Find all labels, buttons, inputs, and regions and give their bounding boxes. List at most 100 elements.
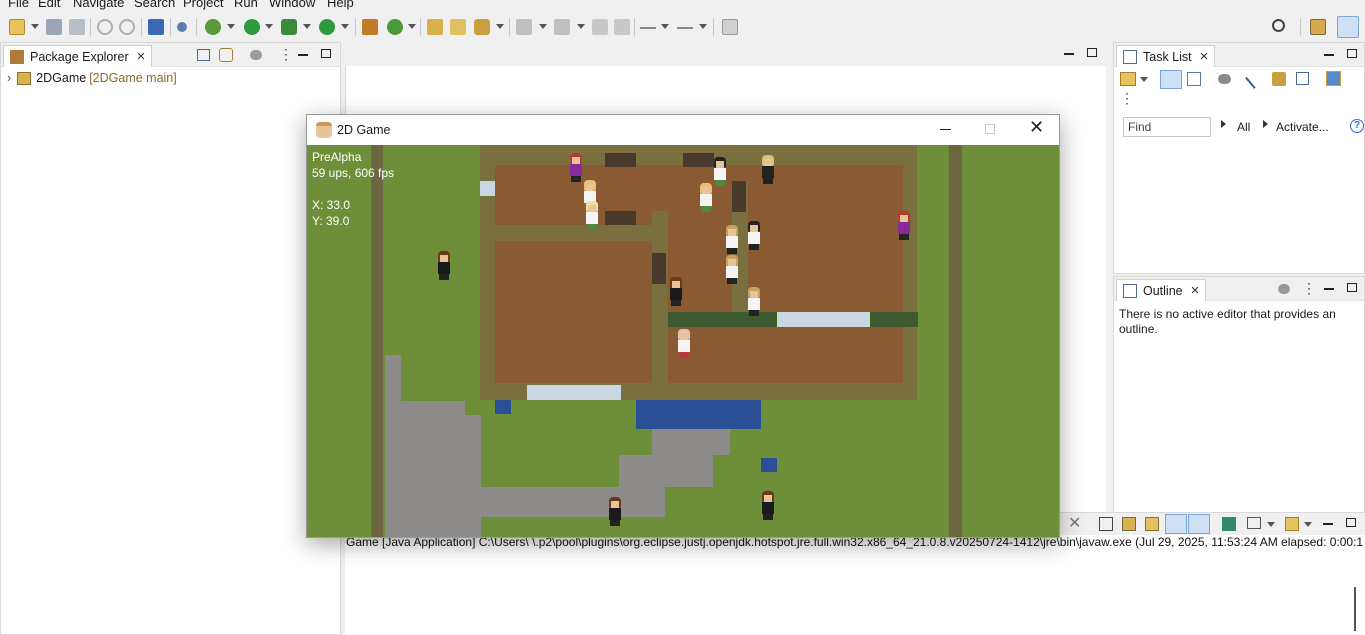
back-icon[interactable] — [640, 27, 656, 29]
coverage-icon[interactable] — [281, 19, 297, 35]
tab-outline[interactable]: Outline × — [1116, 279, 1207, 301]
maximize-icon[interactable] — [1347, 283, 1357, 292]
search-toolbar-icon[interactable] — [474, 19, 490, 35]
menu-window[interactable]: Window — [269, 0, 315, 10]
activate-link[interactable]: Activate... — [1276, 120, 1329, 134]
terminal-icon[interactable] — [148, 19, 164, 35]
pin-editor-icon[interactable] — [722, 19, 738, 35]
pin-console-icon[interactable] — [1222, 517, 1236, 531]
previous-annotation-dropdown-icon[interactable] — [577, 24, 585, 29]
new-java-package-icon[interactable] — [362, 19, 378, 35]
categorized-icon[interactable] — [1160, 70, 1182, 89]
show-console-stderr-icon[interactable] — [1188, 514, 1210, 534]
skip-breakpoints-icon[interactable] — [177, 22, 187, 32]
editor-maximize-icon[interactable] — [1087, 48, 1097, 57]
synchronize-icon[interactable] — [1326, 71, 1341, 86]
save-icon[interactable] — [46, 19, 62, 35]
forward-edit-icon[interactable] — [614, 19, 630, 35]
menu-edit[interactable]: Edit — [38, 0, 60, 10]
next-annotation-icon[interactable] — [516, 19, 532, 35]
debug-icon[interactable] — [205, 19, 221, 35]
minimize-icon[interactable] — [298, 54, 308, 56]
outline-filters-icon[interactable] — [1278, 284, 1290, 294]
forward-icon[interactable] — [677, 27, 693, 29]
filter-all-link[interactable]: All — [1237, 120, 1250, 134]
previous-annotation-icon[interactable] — [554, 19, 570, 35]
remove-all-terminated-icon[interactable]: ✕ — [1068, 516, 1082, 532]
close-icon[interactable]: × — [1200, 49, 1209, 64]
forward-dropdown-icon[interactable] — [699, 24, 707, 29]
menu-navigate[interactable]: Navigate — [73, 0, 124, 10]
next-annotation-dropdown-icon[interactable] — [539, 24, 547, 29]
tab-package-explorer[interactable]: Package Explorer × — [3, 45, 153, 67]
collapse-all-icon[interactable] — [197, 49, 210, 61]
open-perspective-icon[interactable] — [1310, 19, 1326, 35]
open-type-icon[interactable] — [427, 19, 443, 35]
hide-completed-icon[interactable] — [1245, 69, 1265, 89]
filter-tasks-icon[interactable] — [1218, 74, 1231, 84]
menu-search[interactable]: Search — [134, 0, 175, 10]
external-tools-dropdown-icon[interactable] — [341, 24, 349, 29]
run-icon[interactable] — [244, 19, 260, 35]
focus-on-workweek-icon[interactable] — [1272, 72, 1286, 86]
menu-run[interactable]: Run — [234, 0, 258, 10]
menu-bar: File Edit Navigate Search Project Run Wi… — [0, 0, 1365, 11]
new-icon[interactable] — [9, 19, 25, 35]
new-dropdown-icon[interactable] — [31, 24, 39, 29]
scheduled-icon[interactable] — [1187, 72, 1201, 86]
open-console-dropdown-icon[interactable] — [1304, 522, 1312, 527]
expand-chevron-icon[interactable]: › — [7, 71, 11, 85]
display-console-dropdown-icon[interactable] — [1267, 522, 1275, 527]
console-scrollbar[interactable] — [1354, 587, 1356, 631]
window-minimize-icon[interactable] — [940, 129, 951, 130]
tab-task-list[interactable]: Task List × — [1116, 45, 1216, 67]
help-icon[interactable]: ? — [1350, 119, 1364, 133]
run-dropdown-icon[interactable] — [265, 24, 273, 29]
close-icon[interactable]: × — [1191, 283, 1200, 298]
minimize-icon[interactable] — [1324, 54, 1334, 56]
open-task-icon[interactable] — [450, 19, 466, 35]
close-icon[interactable]: × — [137, 49, 146, 64]
maximize-icon[interactable] — [321, 49, 331, 58]
word-wrap-icon[interactable] — [1145, 517, 1159, 531]
menu-project[interactable]: Project — [183, 0, 223, 10]
filters-icon[interactable] — [250, 50, 262, 60]
console-minimize-icon[interactable] — [1323, 523, 1333, 525]
last-edit-location-icon[interactable] — [592, 19, 608, 35]
save-all-icon[interactable] — [69, 19, 85, 35]
task-view-menu-icon[interactable]: ⋮ — [1120, 91, 1134, 105]
back-dropdown-icon[interactable] — [661, 24, 669, 29]
project-tree-item[interactable]: › 2DGame [2DGame main] — [7, 71, 177, 85]
undo-icon[interactable] — [97, 19, 113, 35]
new-java-class-icon[interactable] — [387, 19, 403, 35]
maximize-icon[interactable] — [1347, 49, 1357, 58]
search-dropdown-icon[interactable] — [496, 24, 504, 29]
outline-view-menu-icon[interactable]: ⋮ — [1302, 281, 1316, 295]
menu-help[interactable]: Help — [327, 0, 354, 10]
window-close-icon[interactable]: ✕ — [1029, 118, 1044, 136]
debug-dropdown-icon[interactable] — [227, 24, 235, 29]
external-tools-icon[interactable] — [319, 19, 335, 35]
game-title-bar[interactable]: 2D Game ✕ — [307, 115, 1059, 145]
new-task-icon[interactable] — [1120, 72, 1136, 86]
display-console-icon[interactable] — [1247, 517, 1261, 529]
java-perspective-icon[interactable] — [1337, 16, 1359, 38]
minimize-icon[interactable] — [1324, 288, 1334, 290]
open-console-icon[interactable] — [1285, 517, 1299, 531]
game-canvas[interactable]: PreAlpha 59 ups, 606 fps X: 33.0 Y: 39.0 — [307, 145, 1059, 537]
view-menu-icon[interactable]: ⋮ — [279, 47, 293, 61]
new-task-dropdown-icon[interactable] — [1140, 77, 1148, 82]
search-icon[interactable] — [1272, 19, 1285, 32]
show-console-stdout-icon[interactable] — [1165, 514, 1187, 534]
link-with-editor-icon[interactable] — [219, 48, 233, 62]
coverage-dropdown-icon[interactable] — [303, 24, 311, 29]
scroll-lock-icon[interactable] — [1122, 517, 1136, 531]
collapse-all-tasks-icon[interactable] — [1296, 72, 1309, 85]
redo-icon[interactable] — [119, 19, 135, 35]
clear-console-icon[interactable] — [1099, 517, 1113, 531]
console-maximize-icon[interactable] — [1346, 518, 1356, 527]
editor-minimize-icon[interactable] — [1064, 53, 1074, 55]
new-class-dropdown-icon[interactable] — [408, 24, 416, 29]
find-input[interactable]: Find — [1123, 117, 1211, 137]
menu-file[interactable]: File — [8, 0, 29, 10]
